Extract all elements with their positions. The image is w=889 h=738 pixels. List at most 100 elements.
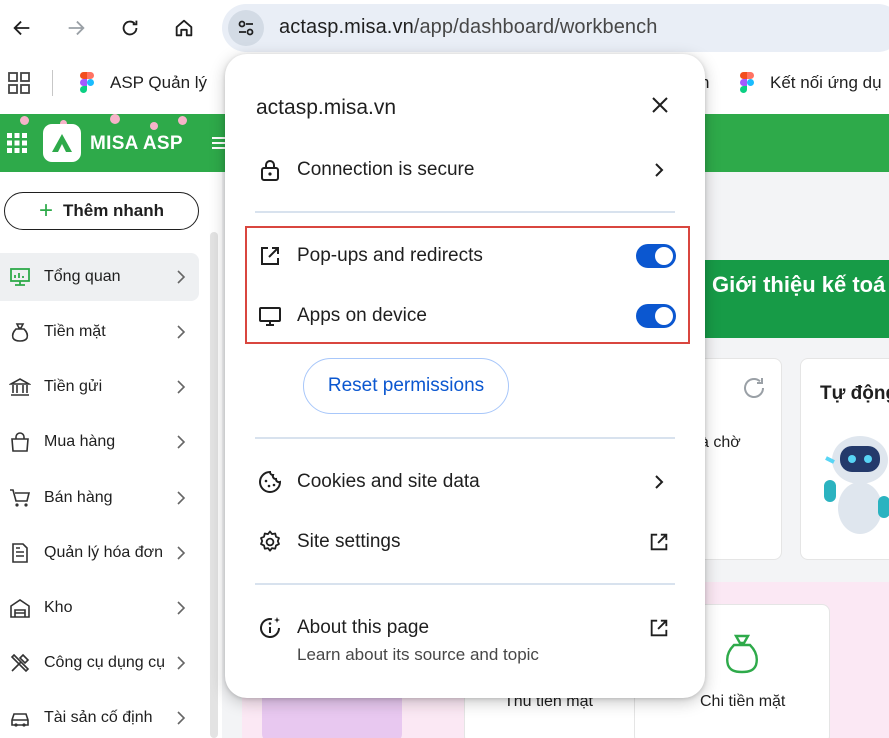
bookmark-divider [52, 70, 53, 96]
card-title: Tự động [820, 383, 889, 404]
open-in-new-icon [647, 530, 671, 554]
about-row[interactable]: About this page Learn about its source a… [225, 602, 705, 674]
chevron-right-icon [647, 158, 671, 182]
popups-toggle[interactable] [636, 244, 676, 268]
site-settings-row[interactable]: Site settings [225, 516, 705, 568]
sidebar-item-label: Tiền mặt [44, 323, 106, 340]
monitor-icon [259, 307, 281, 326]
sidebar-item-quan-ly-hoa-don[interactable]: Quản lý hóa đơn [0, 529, 199, 577]
apps-menu-icon[interactable] [6, 132, 28, 154]
about-subtitle: Learn about its source and topic [297, 645, 539, 664]
sidebar-item-label: Kho [44, 599, 73, 616]
address-bar[interactable]: actasp.misa.vn/app/dashboard/workbench [222, 4, 889, 52]
sidebar-item-label: Quản lý hóa đơn [44, 544, 164, 561]
site-settings-label: Site settings [297, 531, 401, 552]
chevron-right-icon [177, 380, 186, 394]
refresh-icon[interactable] [740, 374, 768, 402]
close-icon[interactable] [647, 92, 673, 118]
tile-label: Chi tiền mặt [700, 693, 786, 710]
popup-divider [255, 211, 675, 213]
money-bag-icon [11, 323, 29, 342]
sidebar-item-label: Công cụ dụng cụ [44, 654, 165, 671]
bookmark-label: ASP Quản lý [110, 73, 208, 92]
open-in-new-icon [647, 616, 671, 640]
page-info-popup: actasp.misa.vn Connection is secure Pop-… [225, 54, 705, 698]
forward-icon[interactable] [56, 8, 96, 48]
logo-text: MISA ASP [90, 133, 183, 154]
quick-add-label: Thêm nhanh [62, 201, 165, 220]
apps-grid-icon[interactable] [8, 72, 30, 94]
sidebar-item-label: Tổng quan [44, 268, 121, 285]
popup-title: actasp.misa.vn [256, 96, 397, 119]
plus-icon: + [38, 197, 53, 224]
connection-row[interactable]: Connection is secure [225, 144, 705, 196]
gear-icon [260, 530, 280, 552]
chevron-right-icon [177, 325, 186, 339]
bookmark-asp[interactable]: ASP Quản lý [80, 70, 207, 96]
cookie-icon [259, 470, 282, 493]
cart-icon [10, 489, 31, 507]
popup-divider [255, 437, 675, 439]
sidebar-item-label: Bán hàng [44, 489, 113, 506]
home-icon[interactable] [164, 8, 204, 48]
popups-label: Pop-ups and redirects [297, 245, 483, 266]
sidebar-item-label: Mua hàng [44, 433, 116, 450]
robot-mascot-icon [824, 436, 889, 534]
back-icon[interactable] [2, 8, 42, 48]
sidebar-scrollbar[interactable] [210, 232, 218, 738]
bank-icon [9, 378, 31, 396]
invoice-icon [12, 543, 28, 563]
info-sparkle-icon [260, 617, 280, 638]
chevron-right-icon [647, 470, 671, 494]
url-path: /app/dashboard/workbench [413, 16, 658, 38]
site-info-icon[interactable] [228, 10, 264, 46]
tools-icon [10, 653, 30, 673]
apps-label: Apps on device [297, 305, 427, 326]
sidebar-item-mua-hang[interactable]: Mua hàng [0, 418, 199, 466]
banner-text: Giới thiệu kế toá [712, 272, 886, 297]
about-label: About this page [297, 617, 430, 638]
lock-icon [261, 160, 279, 181]
figma-icon [80, 72, 94, 94]
sidebar-item-ban-hang[interactable]: Bán hàng [0, 474, 199, 522]
dashboard-icon [10, 268, 30, 286]
sidebar-item-kho[interactable]: Kho [0, 584, 199, 632]
car-icon [11, 713, 29, 727]
sidebar-item-tien-mat[interactable]: Tiền mặt [0, 308, 199, 356]
connection-label: Connection is secure [297, 159, 475, 180]
cookies-row[interactable]: Cookies and site data [225, 456, 705, 508]
open-in-new-icon [261, 247, 279, 265]
misa-logo-icon[interactable] [43, 124, 81, 162]
popup-divider [255, 583, 675, 585]
bookmark-ket-noi[interactable]: Kết nối ứng dụ [740, 70, 882, 96]
sidebar-item-label: Tài sản cố định [44, 709, 153, 726]
sidebar-item-tai-san-co-dinh[interactable]: Tài sản cố định [0, 694, 199, 738]
url-text[interactable]: actasp.misa.vn/app/dashboard/workbench [279, 16, 657, 39]
sidebar-item-tien-gui[interactable]: Tiền gửi [0, 363, 199, 411]
figma-icon [740, 72, 754, 94]
chevron-right-icon [177, 270, 186, 284]
chevron-right-icon [177, 435, 186, 449]
bookmark-label: Kết nối ứng dụ [770, 73, 882, 92]
reload-icon[interactable] [110, 8, 150, 48]
apps-row[interactable]: Apps on device [225, 290, 705, 342]
chevron-right-icon [177, 601, 186, 615]
sidebar-item-tong-quan[interactable]: Tổng quan [0, 253, 199, 301]
cookies-label: Cookies and site data [297, 471, 480, 492]
reset-permissions-button[interactable]: Reset permissions [303, 358, 509, 414]
menu-toggle-icon[interactable] [212, 136, 226, 150]
money-bag-icon [726, 634, 758, 674]
browser-toolbar: actasp.misa.vn/app/dashboard/workbench [0, 0, 889, 56]
chevron-right-icon [177, 711, 186, 725]
sidebar-item-cong-cu-dung-cu[interactable]: Công cụ dụng cụ [0, 639, 199, 687]
chevron-right-icon [177, 656, 186, 670]
url-host: actasp.misa.vn [279, 16, 414, 38]
shopping-bag-icon [11, 432, 29, 452]
chevron-right-icon [177, 491, 186, 505]
apps-toggle[interactable] [636, 304, 676, 328]
chevron-right-icon [177, 546, 186, 560]
popups-row[interactable]: Pop-ups and redirects [225, 230, 705, 282]
sidebar: + Thêm nhanh Tổng quan Tiền mặt Tiền gửi… [0, 172, 222, 738]
warehouse-icon [10, 599, 30, 618]
quick-add-button[interactable]: + Thêm nhanh [4, 192, 199, 230]
